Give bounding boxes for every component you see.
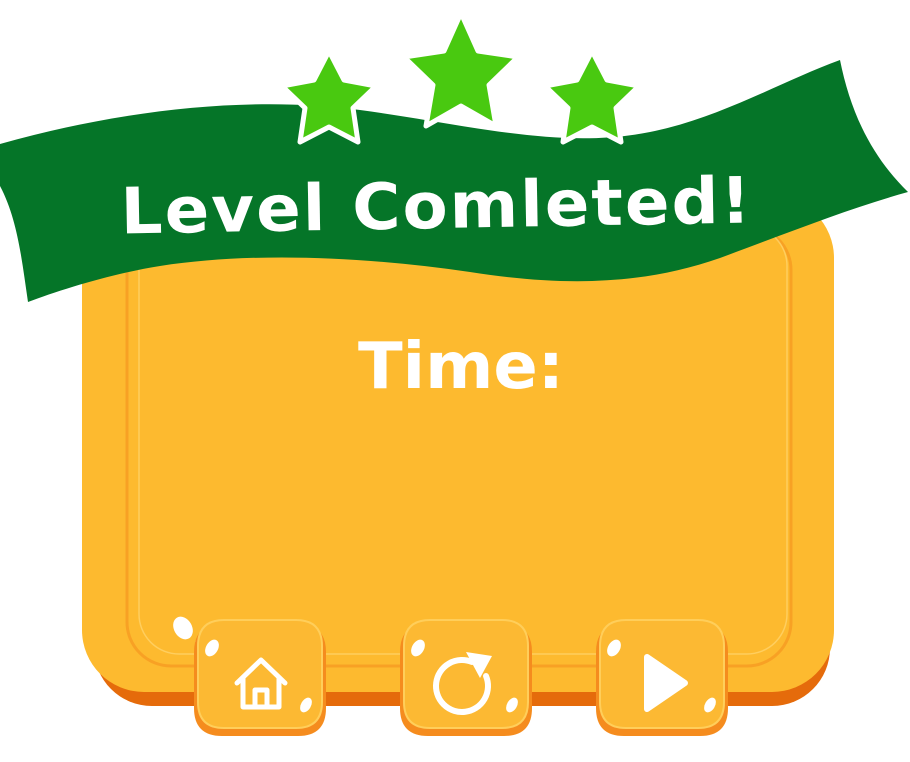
time-label: Time: [358, 330, 564, 404]
star-icon [401, 10, 521, 129]
panel [82, 196, 834, 692]
next-button[interactable] [596, 619, 728, 736]
home-button[interactable] [194, 619, 326, 736]
restart-button[interactable] [400, 619, 532, 736]
star-icon [542, 48, 642, 145]
level-complete-dialog: Level Comleted! Time: [0, 0, 910, 762]
title-text: Level Comleted! [120, 164, 753, 249]
stars [279, 10, 642, 145]
dialog-art: Level Comleted! Time: [0, 10, 908, 736]
